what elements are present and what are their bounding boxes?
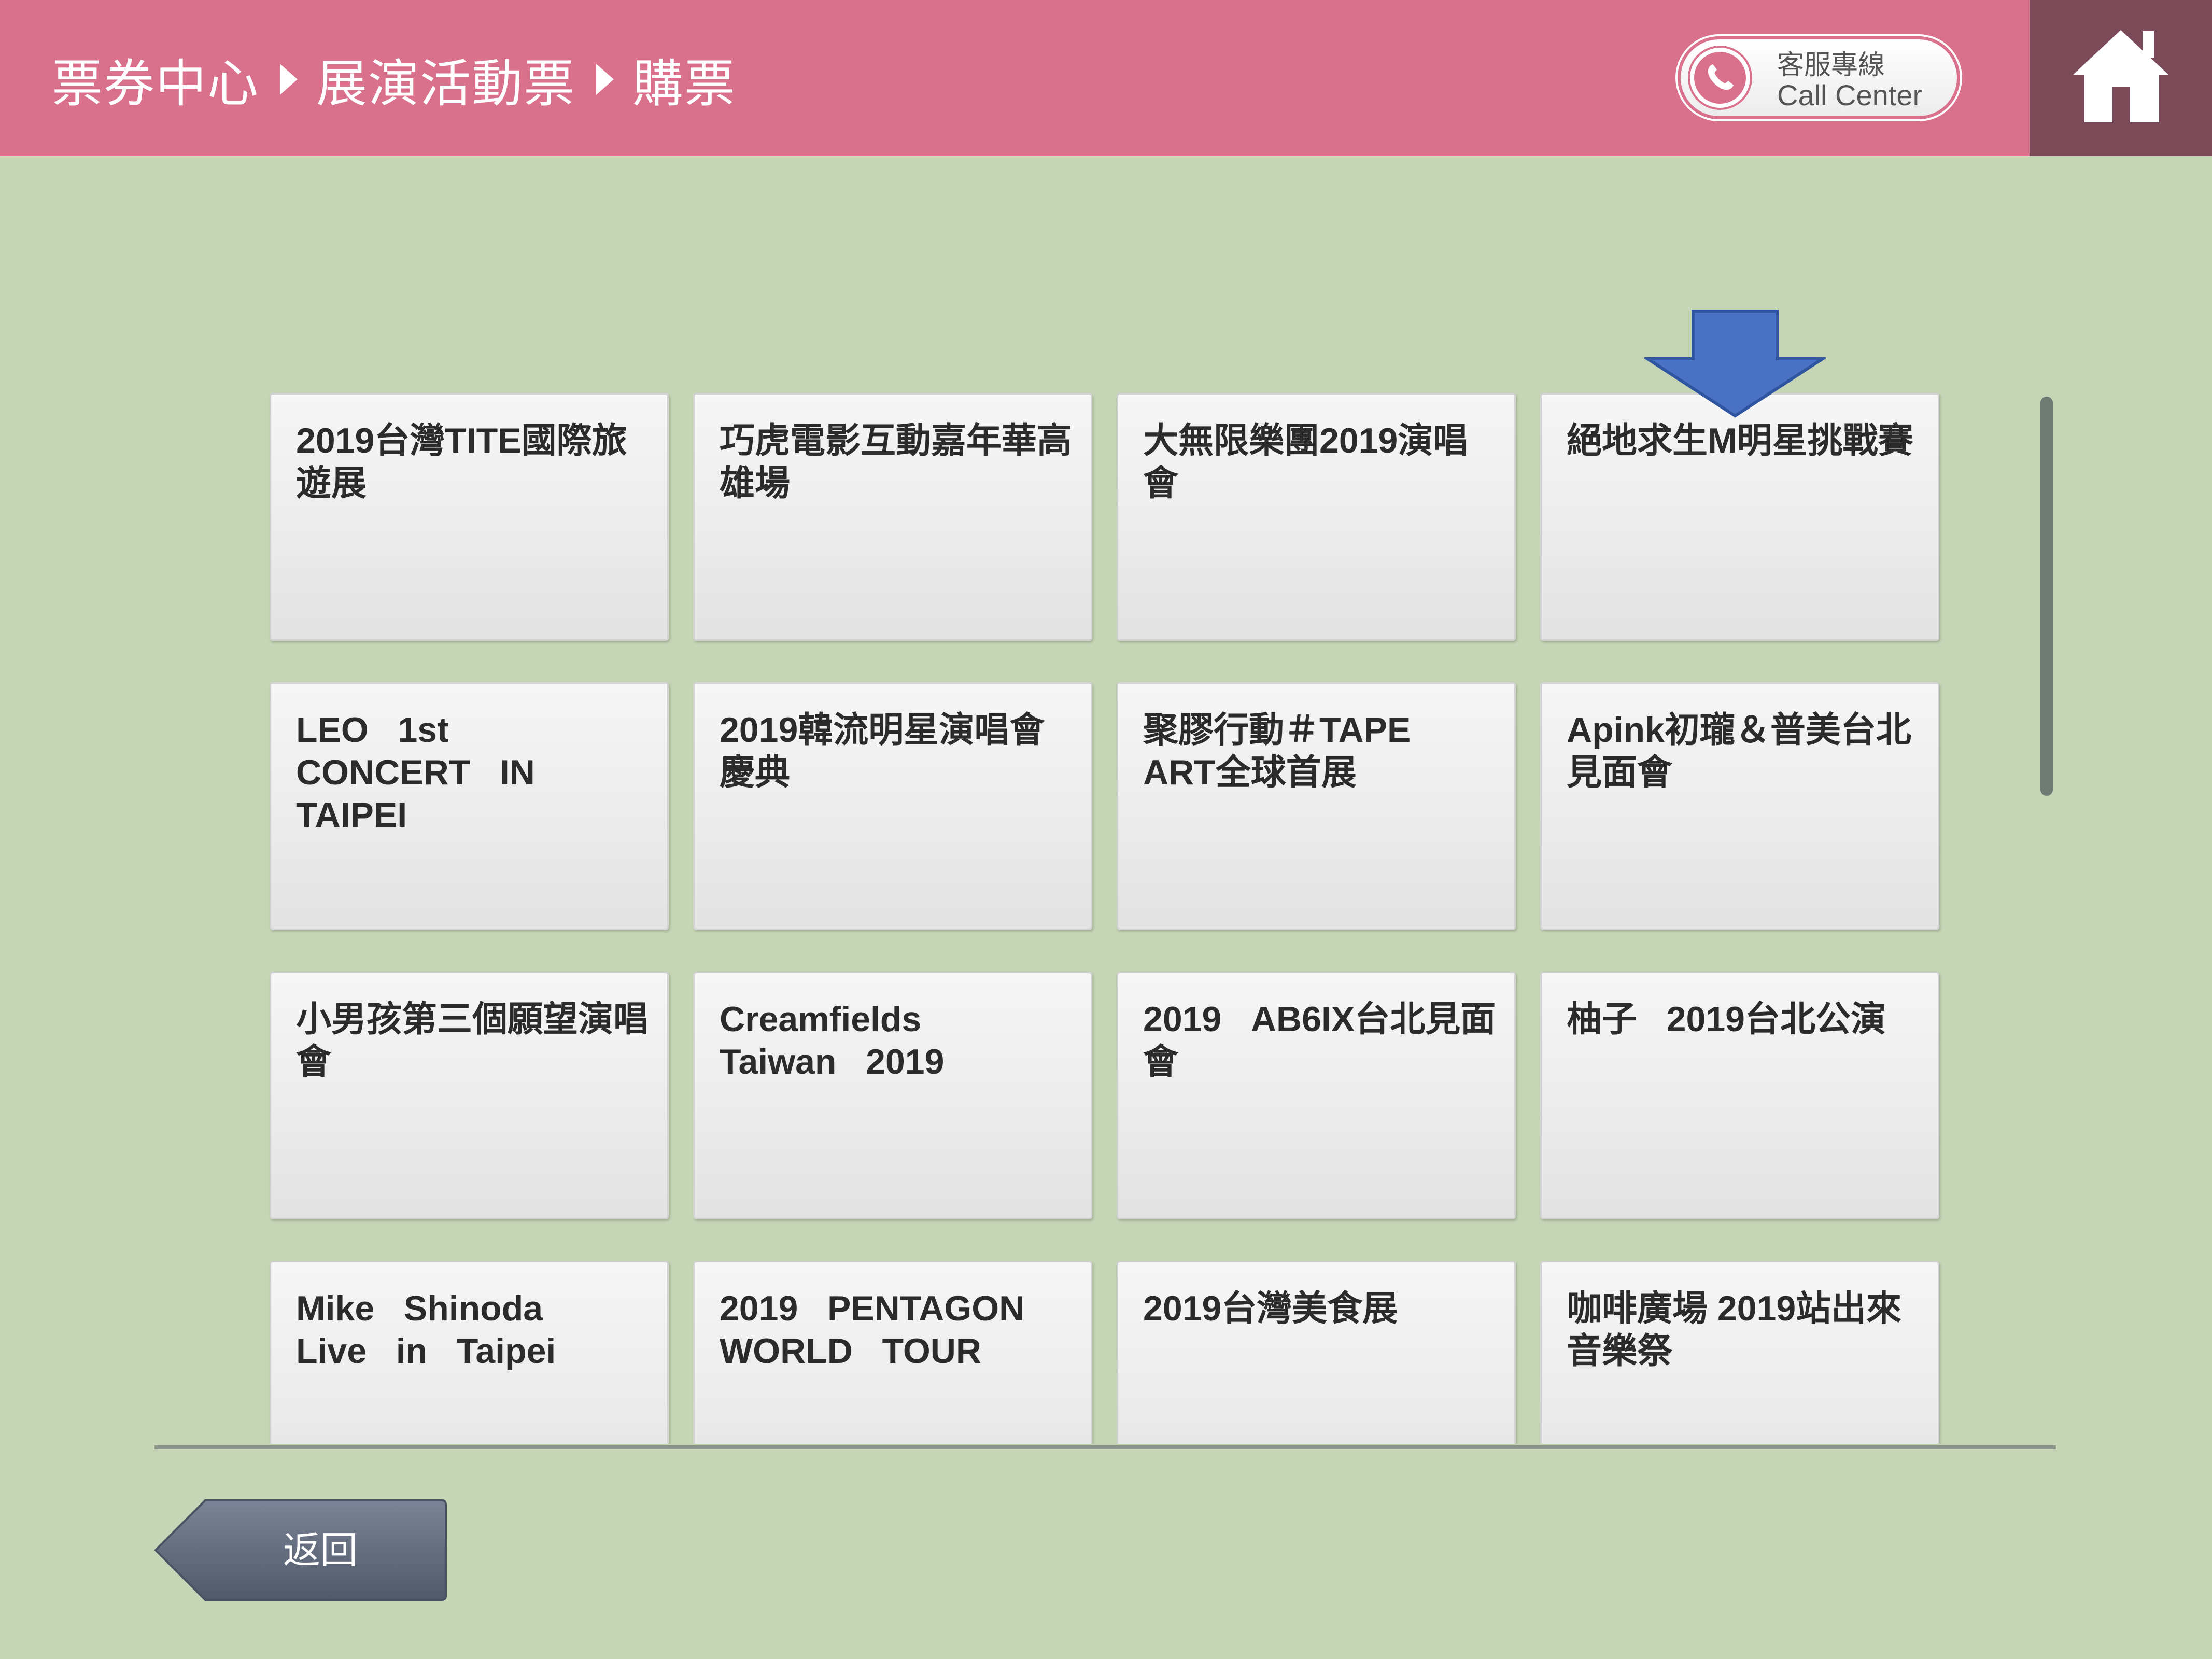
- event-title: 2019韓流明星演唱會慶典: [720, 710, 1045, 792]
- event-title: Mike Shinoda Live in Taipei: [296, 1289, 556, 1371]
- event-card[interactable]: 柚子 2019台北公演: [1540, 972, 1939, 1219]
- event-card[interactable]: 大無限樂團2019演唱會: [1117, 393, 1516, 641]
- event-title: 2019 PENTAGON WORLD TOUR: [720, 1289, 1025, 1371]
- event-title: LEO 1st CONCERT IN TAIPEI: [296, 710, 535, 835]
- down-arrow-icon: [1644, 310, 1826, 418]
- back-button-label: 返回: [283, 1528, 358, 1572]
- event-title: Apink初瓏＆普美台北見面會: [1567, 710, 1911, 792]
- event-title: 2019台灣TITE國際旅遊展: [296, 421, 627, 503]
- event-title: 2019 AB6IX台北見面會: [1143, 1000, 1496, 1081]
- scrollbar-thumb[interactable]: [2040, 397, 2053, 796]
- event-grid: 2019台灣TITE國際旅遊展 巧虎電影互動嘉年華高雄場 大無限樂團2019演唱…: [0, 0, 2212, 1444]
- event-card[interactable]: LEO 1st CONCERT IN TAIPEI: [270, 682, 669, 930]
- event-card[interactable]: 咖啡廣場 2019站出來音樂祭: [1540, 1261, 1939, 1444]
- event-title: 大無限樂團2019演唱會: [1143, 421, 1469, 503]
- event-card[interactable]: Apink初瓏＆普美台北見面會: [1540, 682, 1939, 930]
- event-title: 柚子 2019台北公演: [1567, 1000, 1886, 1039]
- event-card[interactable]: 聚膠行動＃TAPE ART全球首展: [1117, 682, 1516, 930]
- event-card[interactable]: 小男孩第三個願望演唱會: [270, 972, 669, 1219]
- kiosk-screen: 票券中心 展演活動票 購票 客服專線 Call Center 2019台灣TIT…: [0, 0, 2212, 1659]
- event-card[interactable]: 2019韓流明星演唱會慶典: [693, 682, 1092, 930]
- divider: [154, 1445, 2056, 1449]
- event-title: 2019台灣美食展: [1143, 1289, 1398, 1328]
- back-button[interactable]: 返回: [153, 1498, 448, 1602]
- event-card[interactable]: 巧虎電影互動嘉年華高雄場: [693, 393, 1092, 641]
- event-card[interactable]: 2019 PENTAGON WORLD TOUR: [693, 1261, 1092, 1444]
- event-card[interactable]: 2019台灣TITE國際旅遊展: [270, 393, 669, 641]
- event-title: Creamfields Taiwan 2019: [720, 1000, 945, 1081]
- event-card[interactable]: Creamfields Taiwan 2019: [693, 972, 1092, 1219]
- event-title: 小男孩第三個願望演唱會: [296, 1000, 649, 1081]
- event-card[interactable]: Mike Shinoda Live in Taipei: [270, 1261, 669, 1444]
- event-title: 巧虎電影互動嘉年華高雄場: [720, 421, 1073, 503]
- event-card[interactable]: 2019 AB6IX台北見面會: [1117, 972, 1516, 1219]
- event-title: 絕地求生M明星挑戰賽: [1567, 421, 1913, 460]
- event-card[interactable]: 絕地求生M明星挑戰賽: [1540, 393, 1939, 641]
- event-title: 咖啡廣場 2019站出來音樂祭: [1567, 1289, 1902, 1371]
- event-title: 聚膠行動＃TAPE ART全球首展: [1143, 710, 1411, 792]
- event-card[interactable]: 2019台灣美食展: [1117, 1261, 1516, 1444]
